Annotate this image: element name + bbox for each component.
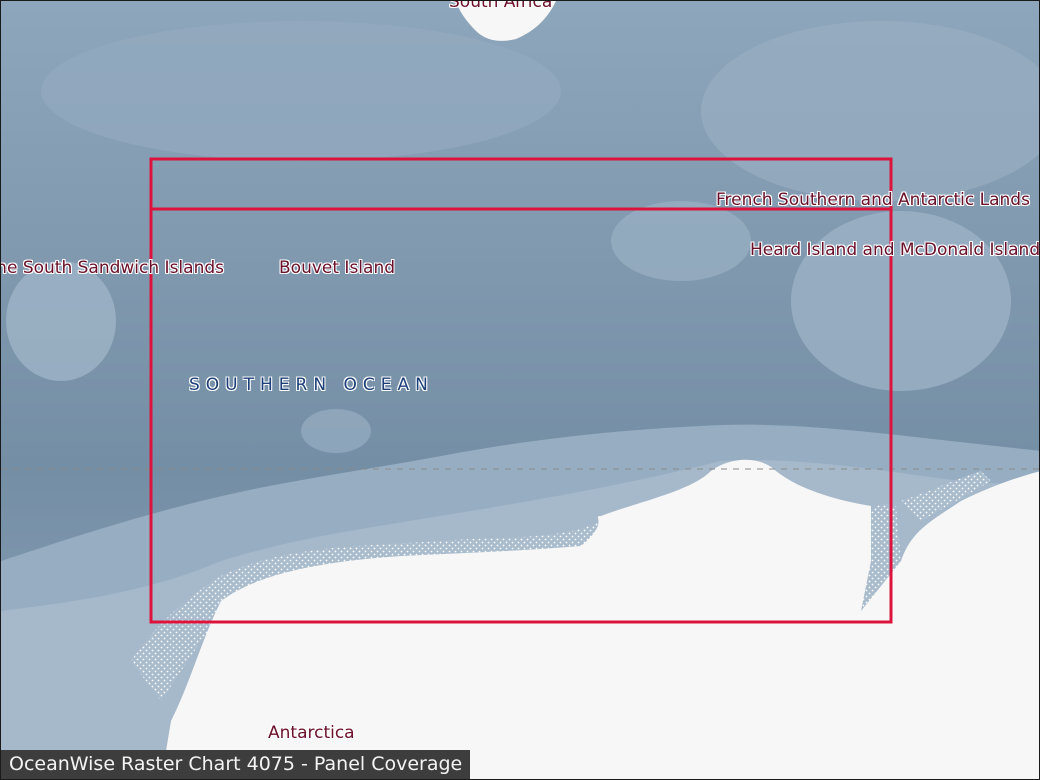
chart-map[interactable]: South Africa French Southern and Antarct… <box>0 0 1040 780</box>
label-heard-island: Heard Island and McDonald Islands <box>750 240 1040 260</box>
seamount <box>301 409 371 453</box>
ridge-shallow <box>41 21 561 161</box>
kerguelen-plateau <box>791 211 1011 391</box>
label-french-southern-lands: French Southern and Antarctic Lands <box>716 190 1030 210</box>
label-southern-ocean: SOUTHERN OCEAN <box>189 375 434 395</box>
label-antarctica: Antarctica <box>268 723 355 743</box>
chart-caption: OceanWise Raster Chart 4075 - Panel Cove… <box>1 750 471 779</box>
plateau <box>611 201 751 281</box>
south-sandwich-arc <box>6 261 116 381</box>
label-south-sandwich-islands: South Georgia and the South Sandwich Isl… <box>1 258 224 278</box>
bathymetry-basemap <box>1 1 1039 779</box>
label-south-africa: South Africa <box>449 0 553 12</box>
label-bouvet-island: Bouvet Island <box>279 258 396 278</box>
